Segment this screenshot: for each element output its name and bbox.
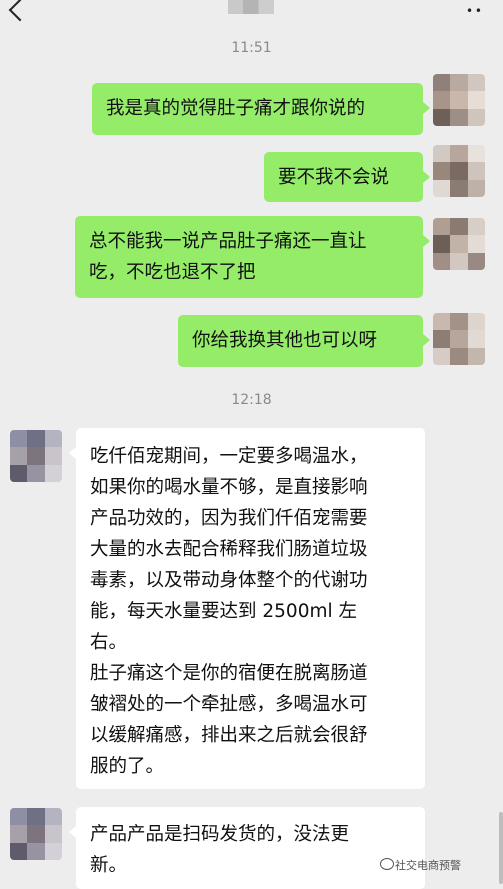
message-bubble-incoming[interactable]: 产品产品是扫码发货的，没法更 新。 xyxy=(69,807,425,889)
message-bubble-outgoing[interactable]: 总不能我一说产品肚子痛还一直让 吃，不吃也退不了把 xyxy=(75,216,430,298)
avatar[interactable] xyxy=(433,218,485,270)
timestamp: 11:51 xyxy=(231,40,272,56)
chat-header: • • xyxy=(0,0,503,30)
message-bubble-incoming[interactable]: 吃仟佰宠期间，一定要多喝温水， 如果你的喝水量不够，是直接影响 产品功效的，因为… xyxy=(69,428,425,789)
scrollbar[interactable] xyxy=(499,812,503,884)
message-bubble-outgoing[interactable]: 要不我不会说 xyxy=(264,152,430,202)
avatar[interactable] xyxy=(433,74,485,126)
watermark: 社交电商预警 xyxy=(395,859,461,872)
avatar[interactable] xyxy=(433,145,485,197)
avatar[interactable] xyxy=(10,430,62,482)
message-bubble-outgoing[interactable]: 你给我换其他也可以呀 xyxy=(178,315,430,367)
avatar[interactable] xyxy=(433,313,485,365)
timestamp: 12:18 xyxy=(231,392,272,408)
more-dots-icon[interactable]: • • xyxy=(466,4,482,18)
back-chevron-icon[interactable] xyxy=(8,0,32,22)
wechat-logo-icon xyxy=(380,858,394,870)
avatar[interactable] xyxy=(10,808,62,860)
message-bubble-outgoing[interactable]: 我是真的觉得肚子痛才跟你说的 xyxy=(92,83,430,135)
contact-name-blurred xyxy=(228,0,274,14)
